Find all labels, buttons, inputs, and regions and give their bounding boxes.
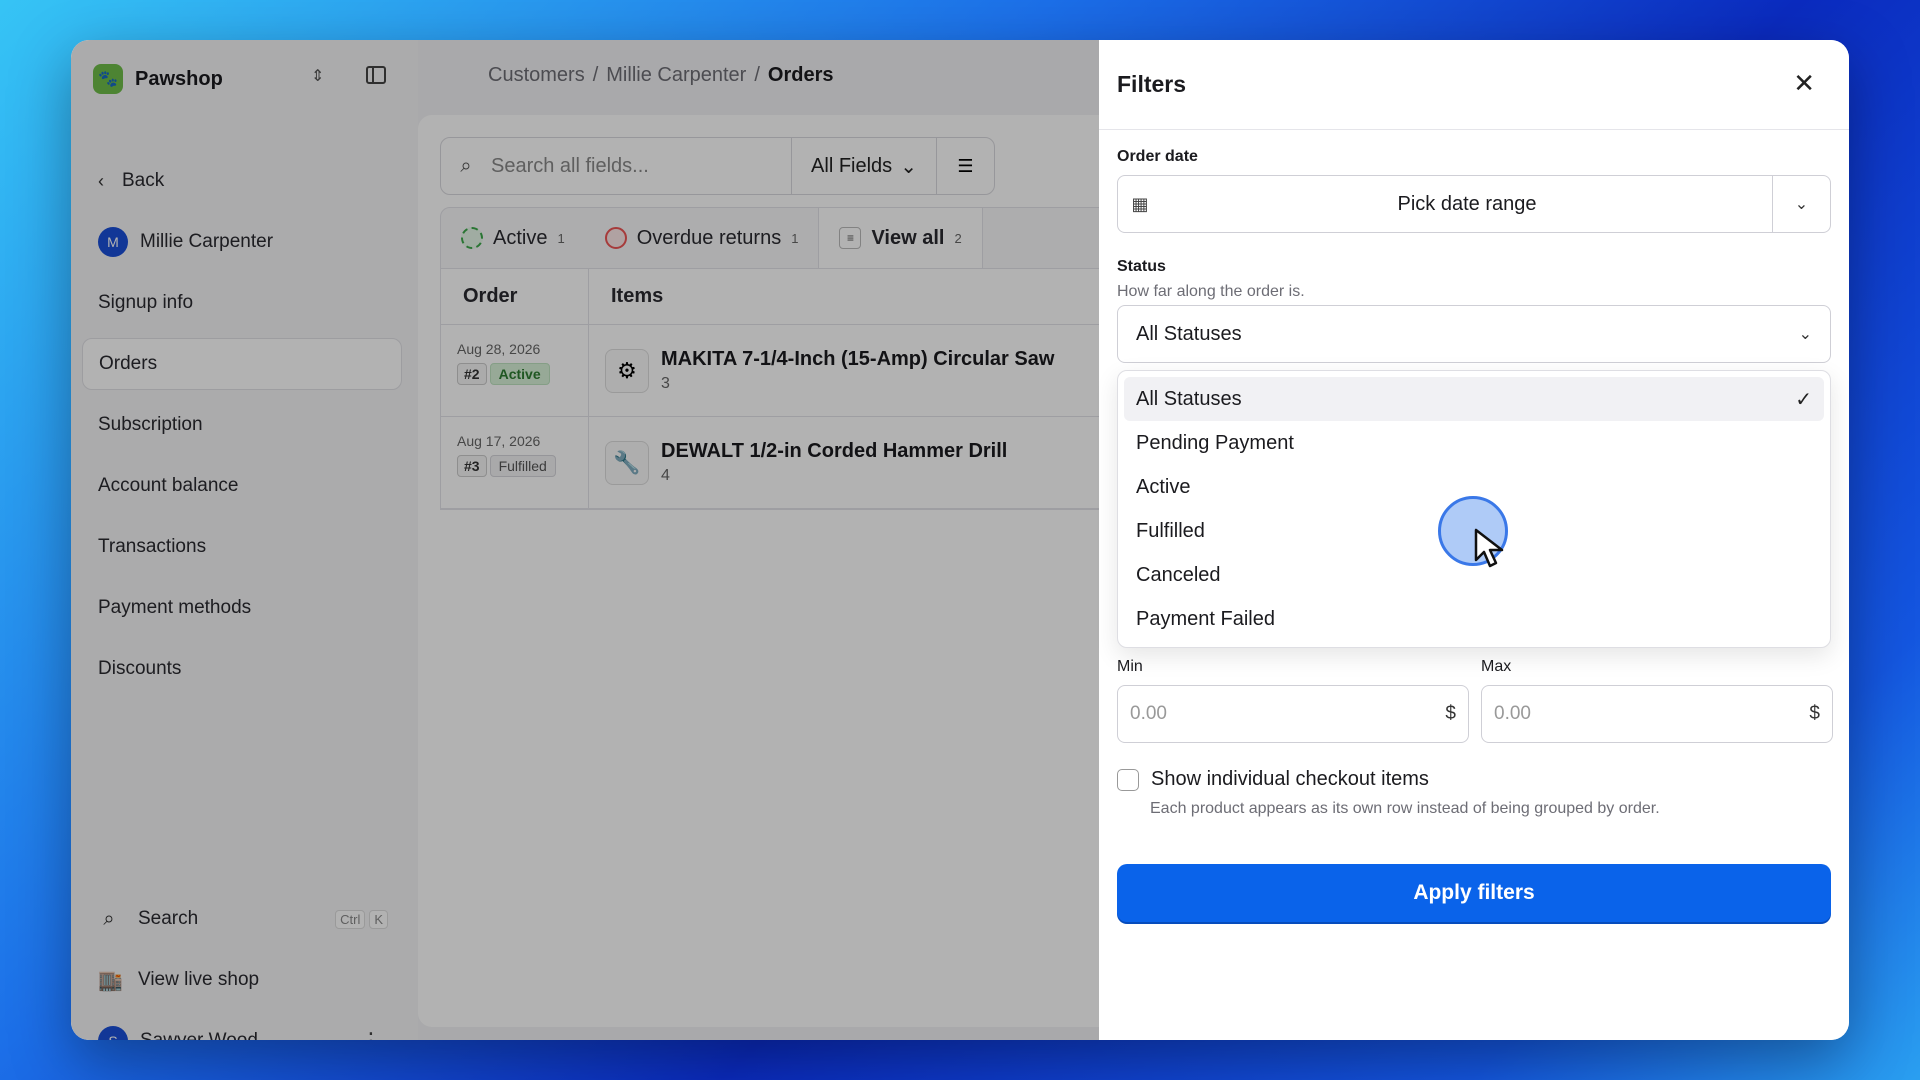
panel-header: Filters [1099,40,1849,130]
status-select[interactable]: All Statuses ⌄ [1117,305,1831,363]
status-hint: How far along the order is. [1117,283,1305,300]
max-amount-input[interactable]: 0.00 $ [1481,685,1833,743]
currency-symbol: $ [1445,703,1456,724]
check-icon: ✓ [1795,388,1812,411]
status-option-all[interactable]: All Statuses ✓ [1124,377,1824,421]
min-amount-input[interactable]: 0.00 $ [1117,685,1469,743]
checkbox-label: Show individual checkout items [1151,768,1429,790]
status-label: Status [1117,258,1166,275]
min-label: Min [1117,658,1143,675]
close-icon[interactable]: ✕ [1793,68,1815,99]
option-label: All Statuses [1136,387,1242,410]
modal-backdrop[interactable] [71,40,1099,1040]
panel-title: Filters [1117,71,1187,97]
status-selected-value: All Statuses [1136,322,1242,345]
chevron-down-icon[interactable]: ⌄ [1772,176,1830,232]
max-label: Max [1481,658,1512,675]
individual-items-checkbox[interactable] [1117,768,1139,791]
individual-items-checkbox-row[interactable]: Show individual checkout items [1117,768,1429,791]
mouse-cursor-icon [1474,528,1504,568]
currency-symbol: $ [1809,703,1820,724]
date-range-picker[interactable]: ▦ Pick date range ⌄ [1117,175,1831,233]
calendar-icon: ▦ [1131,193,1149,214]
app-window: 🐾 Pawshop ⇕ ‹ Back M Millie Carpenter Si… [71,40,1849,1040]
order-date-label: Order date [1117,148,1198,165]
date-range-placeholder: Pick date range [1397,192,1537,215]
max-placeholder: 0.00 [1494,703,1531,724]
min-placeholder: 0.00 [1130,703,1167,724]
status-option-payment-failed[interactable]: Payment Failed [1124,597,1824,641]
checkbox-hint: Each product appears as its own row inst… [1150,800,1660,817]
apply-filters-button[interactable]: Apply filters [1117,864,1831,922]
chevron-down-icon: ⌄ [1798,326,1812,343]
status-option-pending-payment[interactable]: Pending Payment [1124,421,1824,465]
